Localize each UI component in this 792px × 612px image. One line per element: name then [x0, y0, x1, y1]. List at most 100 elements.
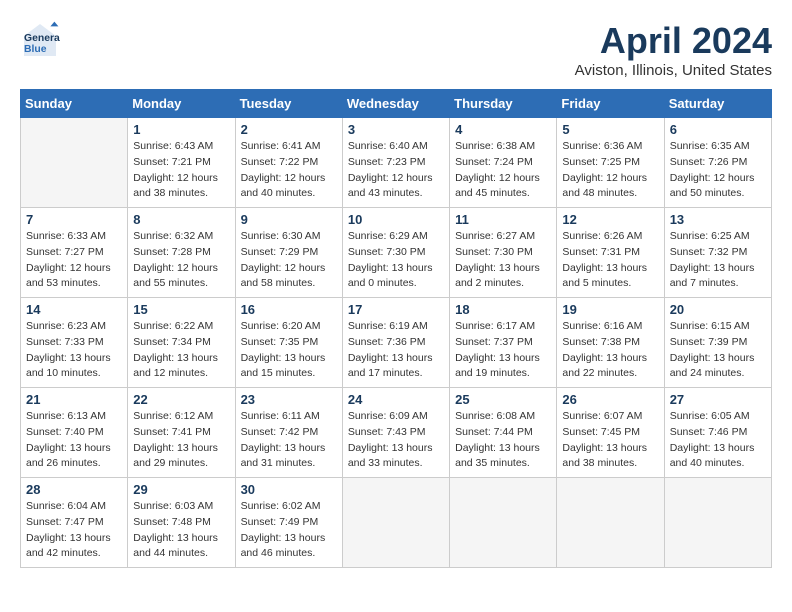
day-number: 19 [562, 302, 658, 317]
day-number: 30 [241, 482, 337, 497]
day-info: Sunrise: 6:32 AM Sunset: 7:28 PM Dayligh… [133, 229, 229, 292]
day-info: Sunrise: 6:08 AM Sunset: 7:44 PM Dayligh… [455, 409, 551, 472]
day-info: Sunrise: 6:38 AM Sunset: 7:24 PM Dayligh… [455, 139, 551, 202]
day-info: Sunrise: 6:04 AM Sunset: 7:47 PM Dayligh… [26, 499, 122, 562]
day-number: 11 [455, 212, 551, 227]
calendar-cell: 26 Sunrise: 6:07 AM Sunset: 7:45 PM Dayli… [557, 388, 664, 478]
svg-text:Blue: Blue [24, 44, 47, 55]
day-number: 22 [133, 392, 229, 407]
day-number: 20 [670, 302, 766, 317]
day-number: 26 [562, 392, 658, 407]
calendar-table: SundayMondayTuesdayWednesdayThursdayFrid… [20, 89, 772, 568]
day-info: Sunrise: 6:07 AM Sunset: 7:45 PM Dayligh… [562, 409, 658, 472]
calendar-cell: 14 Sunrise: 6:23 AM Sunset: 7:33 PM Dayli… [21, 298, 128, 388]
day-info: Sunrise: 6:09 AM Sunset: 7:43 PM Dayligh… [348, 409, 444, 472]
day-info: Sunrise: 6:20 AM Sunset: 7:35 PM Dayligh… [241, 319, 337, 382]
weekday-header-monday: Monday [128, 90, 235, 118]
day-info: Sunrise: 6:11 AM Sunset: 7:42 PM Dayligh… [241, 409, 337, 472]
day-number: 12 [562, 212, 658, 227]
logo: General Blue General Blue [20, 20, 64, 60]
calendar-cell: 20 Sunrise: 6:15 AM Sunset: 7:39 PM Dayli… [664, 298, 771, 388]
calendar-cell: 15 Sunrise: 6:22 AM Sunset: 7:34 PM Dayli… [128, 298, 235, 388]
calendar-cell: 1 Sunrise: 6:43 AM Sunset: 7:21 PM Daylig… [128, 118, 235, 208]
day-number: 21 [26, 392, 122, 407]
calendar-cell: 30 Sunrise: 6:02 AM Sunset: 7:49 PM Dayli… [235, 478, 342, 568]
calendar-cell: 13 Sunrise: 6:25 AM Sunset: 7:32 PM Dayli… [664, 208, 771, 298]
day-info: Sunrise: 6:17 AM Sunset: 7:37 PM Dayligh… [455, 319, 551, 382]
day-number: 16 [241, 302, 337, 317]
day-number: 28 [26, 482, 122, 497]
day-number: 7 [26, 212, 122, 227]
day-info: Sunrise: 6:30 AM Sunset: 7:29 PM Dayligh… [241, 229, 337, 292]
day-info: Sunrise: 6:15 AM Sunset: 7:39 PM Dayligh… [670, 319, 766, 382]
day-info: Sunrise: 6:19 AM Sunset: 7:36 PM Dayligh… [348, 319, 444, 382]
day-number: 29 [133, 482, 229, 497]
day-number: 5 [562, 122, 658, 137]
day-info: Sunrise: 6:27 AM Sunset: 7:30 PM Dayligh… [455, 229, 551, 292]
calendar-cell: 10 Sunrise: 6:29 AM Sunset: 7:30 PM Dayli… [342, 208, 449, 298]
day-info: Sunrise: 6:16 AM Sunset: 7:38 PM Dayligh… [562, 319, 658, 382]
calendar-cell: 11 Sunrise: 6:27 AM Sunset: 7:30 PM Dayli… [450, 208, 557, 298]
calendar-cell [557, 478, 664, 568]
day-number: 4 [455, 122, 551, 137]
weekday-header-sunday: Sunday [21, 90, 128, 118]
week-row-1: 1 Sunrise: 6:43 AM Sunset: 7:21 PM Daylig… [21, 118, 772, 208]
day-info: Sunrise: 6:29 AM Sunset: 7:30 PM Dayligh… [348, 229, 444, 292]
calendar-cell: 9 Sunrise: 6:30 AM Sunset: 7:29 PM Daylig… [235, 208, 342, 298]
day-number: 3 [348, 122, 444, 137]
day-number: 2 [241, 122, 337, 137]
day-info: Sunrise: 6:03 AM Sunset: 7:48 PM Dayligh… [133, 499, 229, 562]
calendar-cell: 7Sunrise: 6:33 AM Sunset: 7:27 PM Daylig… [21, 208, 128, 298]
day-number: 9 [241, 212, 337, 227]
weekday-header-wednesday: Wednesday [342, 90, 449, 118]
calendar-cell [664, 478, 771, 568]
day-info: Sunrise: 6:23 AM Sunset: 7:33 PM Dayligh… [26, 319, 122, 382]
day-info: Sunrise: 6:41 AM Sunset: 7:22 PM Dayligh… [241, 139, 337, 202]
day-info: Sunrise: 6:13 AM Sunset: 7:40 PM Dayligh… [26, 409, 122, 472]
calendar-cell: 27 Sunrise: 6:05 AM Sunset: 7:46 PM Dayli… [664, 388, 771, 478]
calendar-cell: 25Sunrise: 6:08 AM Sunset: 7:44 PM Dayli… [450, 388, 557, 478]
calendar-cell [342, 478, 449, 568]
day-info: Sunrise: 6:02 AM Sunset: 7:49 PM Dayligh… [241, 499, 337, 562]
calendar-cell: 12 Sunrise: 6:26 AM Sunset: 7:31 PM Dayli… [557, 208, 664, 298]
calendar-cell: 21 Sunrise: 6:13 AM Sunset: 7:40 PM Dayli… [21, 388, 128, 478]
day-number: 10 [348, 212, 444, 227]
calendar-cell: 18Sunrise: 6:17 AM Sunset: 7:37 PM Dayli… [450, 298, 557, 388]
day-number: 15 [133, 302, 229, 317]
calendar-cell [450, 478, 557, 568]
day-info: Sunrise: 6:05 AM Sunset: 7:46 PM Dayligh… [670, 409, 766, 472]
calendar-cell: 16 Sunrise: 6:20 AM Sunset: 7:35 PM Dayli… [235, 298, 342, 388]
day-number: 27 [670, 392, 766, 407]
day-info: Sunrise: 6:25 AM Sunset: 7:32 PM Dayligh… [670, 229, 766, 292]
calendar-cell: 17Sunrise: 6:19 AM Sunset: 7:36 PM Dayli… [342, 298, 449, 388]
day-info: Sunrise: 6:12 AM Sunset: 7:41 PM Dayligh… [133, 409, 229, 472]
svg-text:General: General [24, 33, 60, 44]
calendar-cell [21, 118, 128, 208]
day-number: 23 [241, 392, 337, 407]
calendar-cell: 5 Sunrise: 6:36 AM Sunset: 7:25 PM Daylig… [557, 118, 664, 208]
weekday-header-row: SundayMondayTuesdayWednesdayThursdayFrid… [21, 90, 772, 118]
day-number: 13 [670, 212, 766, 227]
day-number: 6 [670, 122, 766, 137]
calendar-cell: 8 Sunrise: 6:32 AM Sunset: 7:28 PM Daylig… [128, 208, 235, 298]
page-header: General Blue General Blue April 2024 Avi… [20, 20, 772, 79]
day-number: 8 [133, 212, 229, 227]
day-info: Sunrise: 6:35 AM Sunset: 7:26 PM Dayligh… [670, 139, 766, 202]
week-row-4: 21 Sunrise: 6:13 AM Sunset: 7:40 PM Dayli… [21, 388, 772, 478]
weekday-header-thursday: Thursday [450, 90, 557, 118]
day-info: Sunrise: 6:26 AM Sunset: 7:31 PM Dayligh… [562, 229, 658, 292]
calendar-cell: 6 Sunrise: 6:35 AM Sunset: 7:26 PM Daylig… [664, 118, 771, 208]
weekday-header-tuesday: Tuesday [235, 90, 342, 118]
weekday-header-friday: Friday [557, 90, 664, 118]
week-row-5: 28 Sunrise: 6:04 AM Sunset: 7:47 PM Dayli… [21, 478, 772, 568]
calendar-cell: 29 Sunrise: 6:03 AM Sunset: 7:48 PM Dayli… [128, 478, 235, 568]
day-info: Sunrise: 6:40 AM Sunset: 7:23 PM Dayligh… [348, 139, 444, 202]
calendar-cell: 4 Sunrise: 6:38 AM Sunset: 7:24 PM Daylig… [450, 118, 557, 208]
day-number: 1 [133, 122, 229, 137]
day-info: Sunrise: 6:43 AM Sunset: 7:21 PM Dayligh… [133, 139, 229, 202]
day-number: 24 [348, 392, 444, 407]
day-info: Sunrise: 6:22 AM Sunset: 7:34 PM Dayligh… [133, 319, 229, 382]
day-number: 14 [26, 302, 122, 317]
day-info: Sunrise: 6:36 AM Sunset: 7:25 PM Dayligh… [562, 139, 658, 202]
title-block: April 2024 Aviston, Illinois, United Sta… [575, 20, 772, 79]
